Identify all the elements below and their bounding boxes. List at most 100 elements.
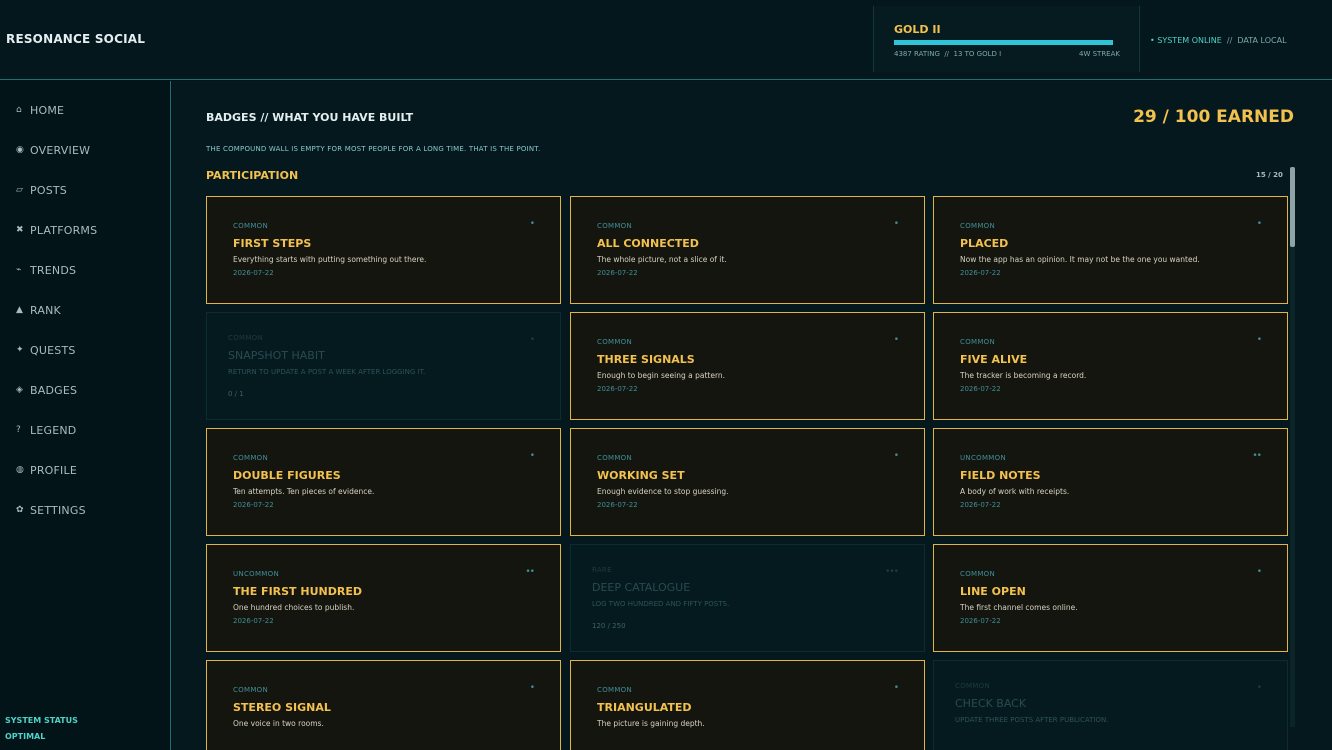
sidebar-system-status: SYSTEM STATUS OPTIMAL — [5, 713, 78, 745]
system-status-label: SYSTEM STATUS — [5, 716, 78, 725]
trends-icon: ⌁ — [16, 265, 22, 275]
badge-date: 2026-07-22 — [597, 269, 638, 277]
badge-description: The picture is gaining depth. — [597, 719, 705, 728]
home-icon: ⌂ — [16, 105, 22, 115]
overview-icon: ◉ — [16, 145, 25, 155]
badge-description: Enough evidence to stop guessing. — [597, 487, 729, 496]
badge-card[interactable]: COMMON • STEREO SIGNAL One voice in two roo… — [206, 660, 561, 750]
rank-panel[interactable]: GOLD II 4387 RATING // 13 TO GOLD I 4W S… — [873, 6, 1140, 72]
badge-rarity: COMMON — [228, 334, 264, 342]
section-count: 15 / 20 — [1256, 171, 1283, 179]
badge-card[interactable]: COMMON • THREE SIGNALS Enough to begin seei… — [570, 312, 925, 420]
system-status-value: OPTIMAL — [5, 732, 46, 741]
sidebar-item-quests[interactable]: ✦ QUESTS — [16, 340, 76, 360]
badge-date: 2026-07-22 — [233, 617, 274, 625]
badge-date: 2026-07-22 — [960, 617, 1001, 625]
rank-to-next: 13 TO GOLD I — [953, 50, 1002, 58]
badge-rarity: UNCOMMON — [960, 454, 1006, 462]
badge-description: A body of work with receipts. — [960, 487, 1070, 496]
sidebar-item-legend[interactable]: ? LEGEND — [16, 420, 76, 440]
rank-streak: 4W STREAK — [1079, 50, 1120, 58]
badge-card[interactable]: COMMON • CHECK BACK Update three posts afte… — [933, 660, 1288, 750]
earned-count: 29 / 100 EARNED — [1133, 107, 1294, 127]
badge-name: THE FIRST HUNDRED — [233, 585, 362, 598]
badges-icon: ◈ — [16, 385, 24, 395]
badge-name: THREE SIGNALS — [597, 353, 695, 366]
rarity-dots-icon: • — [1256, 567, 1262, 577]
profile-icon: ◍ — [16, 465, 25, 475]
badge-description: Return to update a post a week after log… — [228, 368, 426, 376]
badge-card[interactable]: COMMON • DOUBLE FIGURES Ten attempts. Ten p… — [206, 428, 561, 536]
sidebar-item-overview[interactable]: ◉ OVERVIEW — [16, 140, 90, 160]
badge-name: LINE OPEN — [960, 585, 1026, 598]
badge-card[interactable]: COMMON • LINE OPEN The first channel comes … — [933, 544, 1288, 652]
badge-card[interactable]: UNCOMMON •• FIELD NOTES A body of work with… — [933, 428, 1288, 536]
badge-card[interactable]: UNCOMMON •• THE FIRST HUNDRED One hundred c… — [206, 544, 561, 652]
badge-rarity: COMMON — [597, 686, 633, 694]
sidebar: ⌂ HOME ◉ OVERVIEW ▱ POSTS ✖ PLATFORMS ⌁ TRENDS ▲ RA… — [0, 81, 171, 750]
badge-card[interactable]: COMMON • WORKING SET Enough evidence to sto… — [570, 428, 925, 536]
page-title: BADGES // WHAT YOU HAVE BUILT — [206, 111, 414, 124]
rarity-dots-icon: • — [893, 335, 899, 345]
app-title: RESONANCE SOCIAL — [6, 32, 146, 46]
badge-rarity: COMMON — [960, 570, 996, 578]
sidebar-item-profile[interactable]: ◍ PROFILE — [16, 460, 77, 480]
badge-date: 2026-07-22 — [597, 501, 638, 509]
badge-card[interactable]: COMMON • SNAPSHOT HABIT Return to update a … — [206, 312, 561, 420]
data-local: DATA LOCAL — [1237, 36, 1287, 45]
badge-rarity: COMMON — [597, 338, 633, 346]
badge-card[interactable]: COMMON • FIRST STEPS Everything starts with… — [206, 196, 561, 304]
legend-icon: ? — [16, 425, 21, 435]
page-subtitle: THE COMPOUND WALL IS EMPTY FOR MOST PEOP… — [206, 145, 541, 153]
badge-rarity: UNCOMMON — [233, 570, 279, 578]
sidebar-item-home[interactable]: ⌂ HOME — [16, 100, 64, 120]
sidebar-item-label: QUESTS — [30, 343, 76, 357]
system-online: • SYSTEM ONLINE — [1150, 36, 1222, 45]
rarity-dots-icon: • — [893, 451, 899, 461]
rank-tier: GOLD II — [894, 23, 941, 36]
badge-date: 2026-07-22 — [960, 501, 1001, 509]
sidebar-item-label: SETTINGS — [30, 503, 86, 517]
sidebar-item-rank[interactable]: ▲ RANK — [16, 300, 61, 320]
scrollbar-thumb[interactable] — [1290, 167, 1295, 247]
badge-card[interactable]: COMMON • FIVE ALIVE The tracker is becoming… — [933, 312, 1288, 420]
badge-date: 2026-07-22 — [233, 269, 274, 277]
sidebar-item-label: RANK — [30, 303, 61, 317]
sidebar-item-badges[interactable]: ◈ BADGES — [16, 380, 77, 400]
rank-progress-fill — [894, 40, 1113, 45]
badges-page: BADGES // WHAT YOU HAVE BUILT 29 / 100 E… — [172, 81, 1332, 750]
sidebar-item-label: BADGES — [30, 383, 78, 397]
badge-card[interactable]: COMMON • TRIANGULATED The picture is gainin… — [570, 660, 925, 750]
rarity-dots-icon: • — [1256, 683, 1262, 693]
badge-name: SNAPSHOT HABIT — [228, 349, 325, 362]
badge-name: WORKING SET — [597, 469, 685, 482]
sidebar-item-platforms[interactable]: ✖ PLATFORMS — [16, 220, 97, 240]
badge-date: 2026-07-22 — [597, 385, 638, 393]
badge-description: Now the app has an opinion. It may not b… — [960, 255, 1200, 264]
badge-description: One voice in two rooms. — [233, 719, 324, 728]
sidebar-item-trends[interactable]: ⌁ TRENDS — [16, 260, 76, 280]
sidebar-item-label: PROFILE — [30, 463, 77, 477]
rank-progress-bar — [894, 40, 1113, 45]
badge-name: ALL CONNECTED — [597, 237, 699, 250]
badge-rarity: COMMON — [960, 222, 996, 230]
badge-card[interactable]: COMMON • PLACED Now the app has an opinion.… — [933, 196, 1288, 304]
rank-rating: 4387 RATING — [894, 50, 940, 58]
badge-card[interactable]: RARE ••• DEEP CATALOGUE Log two hundred and… — [570, 544, 925, 652]
badge-name: FIELD NOTES — [960, 469, 1041, 482]
sidebar-item-posts[interactable]: ▱ POSTS — [16, 180, 67, 200]
platforms-icon: ✖ — [16, 225, 24, 235]
rank-separator: // — [944, 50, 950, 58]
section-title: PARTICIPATION — [206, 169, 299, 182]
badge-name: FIVE ALIVE — [960, 353, 1028, 366]
rarity-dots-icon: ••• — [885, 567, 899, 577]
scrollbar[interactable] — [1290, 167, 1295, 727]
rarity-dots-icon: • — [529, 335, 535, 345]
badge-description: Update three posts after publication. — [955, 716, 1109, 724]
badge-rarity: COMMON — [955, 682, 991, 690]
badge-description: Log two hundred and fifty posts. — [592, 600, 730, 608]
sidebar-item-label: POSTS — [30, 183, 67, 197]
badge-name: STEREO SIGNAL — [233, 701, 331, 714]
badge-card[interactable]: COMMON • ALL CONNECTED The whole picture, n… — [570, 196, 925, 304]
sidebar-item-settings[interactable]: ✿ SETTINGS — [16, 500, 86, 520]
